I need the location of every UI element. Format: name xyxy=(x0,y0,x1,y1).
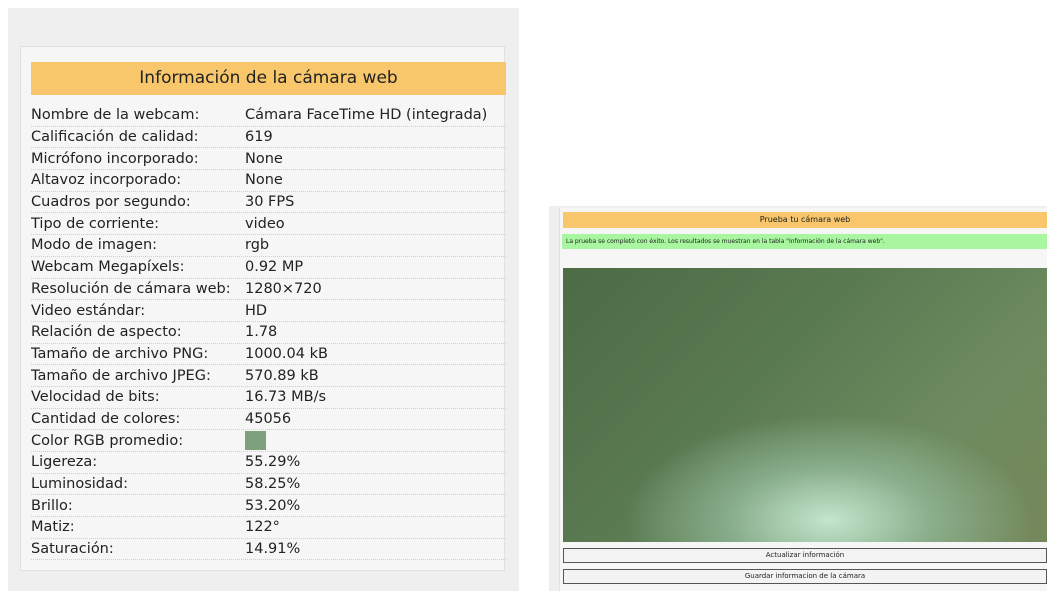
info-row: Saturación: 14.91% xyxy=(31,539,506,561)
info-value: 1.78 xyxy=(245,324,278,341)
info-label: Video estándar: xyxy=(31,302,146,319)
info-value: HD xyxy=(245,302,268,319)
info-label: Webcam Megapíxels: xyxy=(31,259,185,276)
info-row: Relación de aspecto: 1.78 xyxy=(31,322,506,344)
info-value: 619 xyxy=(245,129,273,146)
info-value: 570.89 kB xyxy=(245,367,319,384)
info-title: Información de la cámara web xyxy=(31,62,506,95)
info-label: Luminosidad: xyxy=(31,476,128,493)
info-row: Color RGB promedio: xyxy=(31,430,506,452)
info-row: Matiz: 122° xyxy=(31,517,506,539)
info-label: Saturación: xyxy=(31,541,114,558)
save-camera-info-button[interactable]: Guardar informacion de la cámara xyxy=(563,569,1047,584)
info-value: 1000.04 kB xyxy=(245,345,328,362)
info-row: Nombre de la webcam: Cámara FaceTime HD (… xyxy=(31,105,506,127)
info-row: Luminosidad: 58.25% xyxy=(31,474,506,496)
info-label: Tamaño de archivo JPEG: xyxy=(31,367,211,384)
info-label: Color RGB promedio: xyxy=(31,432,184,449)
info-row: Tamaño de archivo JPEG: 570.89 kB xyxy=(31,365,506,387)
info-value: 30 FPS xyxy=(245,194,295,211)
info-label: Modo de imagen: xyxy=(31,237,158,254)
info-label: Micrófono incorporado: xyxy=(31,150,199,167)
info-label: Cantidad de colores: xyxy=(31,410,181,427)
info-row: Cantidad de colores: 45056 xyxy=(31,409,506,431)
info-label: Brillo: xyxy=(31,497,73,514)
info-value xyxy=(245,431,506,451)
info-value: 53.20% xyxy=(245,497,301,514)
info-value: 45056 xyxy=(245,410,292,427)
test-card: Prueba tu cámara web La prueba se comple… xyxy=(559,208,1047,591)
info-card: Información de la cámara web Nombre de l… xyxy=(20,46,506,571)
info-row: Calificación de calidad: 619 xyxy=(31,127,506,149)
info-label: Relación de aspecto: xyxy=(31,324,182,341)
info-label: Resolución de cámara web: xyxy=(31,280,231,297)
info-row: Video estándar: HD xyxy=(31,300,506,322)
info-value: 122° xyxy=(245,519,280,536)
info-value: 14.91% xyxy=(245,541,301,558)
test-panel: Prueba tu cámara web La prueba se comple… xyxy=(549,206,1047,591)
info-value: 55.29% xyxy=(245,454,301,471)
info-label: Velocidad de bits: xyxy=(31,389,160,406)
info-row: Modo de imagen: rgb xyxy=(31,235,506,257)
info-value: 16.73 MB/s xyxy=(245,389,327,406)
info-label: Matiz: xyxy=(31,519,75,536)
info-table: Nombre de la webcam: Cámara FaceTime HD (… xyxy=(31,105,506,561)
info-row: Micrófono incorporado: None xyxy=(31,148,506,171)
average-color-swatch xyxy=(245,431,266,451)
info-panel: Información de la cámara web Nombre de l… xyxy=(8,8,519,591)
info-label: Ligereza: xyxy=(31,454,98,471)
info-value: video xyxy=(245,215,285,232)
info-row: Tamaño de archivo PNG: 1000.04 kB xyxy=(31,344,506,366)
info-value: None xyxy=(245,150,283,167)
info-row: Cuadros por segundo: 30 FPS xyxy=(31,192,506,214)
info-value: 1280×720 xyxy=(245,280,322,297)
info-label: Cuadros por segundo: xyxy=(31,194,191,211)
info-value: Cámara FaceTime HD (integrada) xyxy=(245,107,488,124)
info-row: Tipo de corriente: video xyxy=(31,213,506,236)
info-label: Tipo de corriente: xyxy=(31,215,160,232)
info-value: rgb xyxy=(245,237,270,254)
info-value: None xyxy=(245,172,283,189)
test-title: Prueba tu cámara web xyxy=(563,212,1047,228)
camera-video-feed xyxy=(563,268,1047,542)
info-value: 58.25% xyxy=(245,476,301,493)
info-row: Altavoz incorporado: None xyxy=(31,170,506,192)
info-row: Resolución de cámara web: 1280×720 xyxy=(31,279,506,301)
info-label: Altavoz incorporado: xyxy=(31,172,182,189)
info-row: Ligereza: 55.29% xyxy=(31,452,506,474)
info-value: 0.92 MP xyxy=(245,259,304,276)
info-label: Nombre de la webcam: xyxy=(31,107,200,124)
info-row: Webcam Megapíxels: 0.92 MP xyxy=(31,257,506,279)
success-message: La prueba se completó con éxito. Los res… xyxy=(562,234,1047,249)
info-label: Calificación de calidad: xyxy=(31,129,199,146)
info-row: Velocidad de bits: 16.73 MB/s xyxy=(31,387,506,409)
refresh-info-button[interactable]: Actualizar información xyxy=(563,548,1047,563)
info-label: Tamaño de archivo PNG: xyxy=(31,345,209,362)
info-row: Brillo: 53.20% xyxy=(31,495,506,518)
